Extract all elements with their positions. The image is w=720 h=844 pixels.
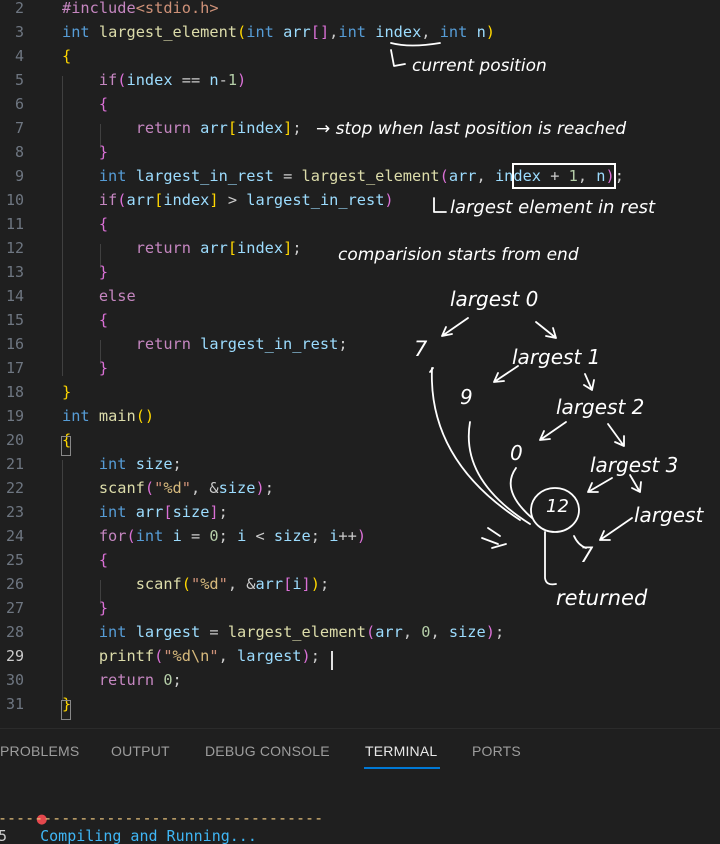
code-text: {: [62, 47, 72, 65]
code-text: {: [98, 215, 109, 233]
terminal-output: 5: [0, 827, 8, 844]
code-text: }: [98, 263, 109, 281]
bracket-match-box: [61, 436, 71, 456]
code-editor[interactable]: 2 3 4 5 6 7 8 9 10 11 12 13 14 15 16 17 18 19 20 21 22 23 24 25…: [0, 0, 720, 728]
code-line[interactable]: printf("%d\n", largest);: [0, 644, 720, 668]
code-text: {: [98, 311, 109, 329]
code-text: }: [62, 383, 72, 401]
code-line[interactable]: int largest_element(int arr[],int index,…: [0, 20, 720, 44]
code-line[interactable]: else: [0, 284, 720, 308]
code-text: int largest_element(int arr[],int index,…: [62, 23, 496, 41]
text-cursor: [331, 651, 333, 670]
code-line[interactable]: }: [0, 692, 720, 716]
code-line[interactable]: return arr[index];: [0, 116, 720, 140]
code-line[interactable]: {: [0, 212, 720, 236]
code-line[interactable]: int size;: [0, 452, 720, 476]
code-line[interactable]: {: [0, 548, 720, 572]
code-text: int size;: [98, 455, 182, 473]
code-text: return arr[index];: [135, 119, 302, 137]
code-line[interactable]: scanf("%d", &arr[i]);: [0, 572, 720, 596]
code-line[interactable]: if(index == n-1): [0, 68, 720, 92]
code-line[interactable]: int main(): [0, 404, 720, 428]
code-line[interactable]: if(arr[index] > largest_in_rest): [0, 188, 720, 212]
bottom-panel: PROBLEMS OUTPUT DEBUG CONSOLE TERMINAL P…: [0, 728, 720, 844]
code-text: if(arr[index] > largest_in_rest): [98, 191, 394, 209]
terminal-separator: ------------------------------------: [0, 809, 324, 827]
code-text: printf("%d\n", largest);: [98, 647, 320, 665]
highlight-box: [512, 163, 616, 189]
code-line[interactable]: }: [0, 596, 720, 620]
code-text: {: [98, 551, 109, 569]
code-text: return 0;: [98, 671, 182, 689]
code-text: int main(): [62, 407, 155, 425]
code-line[interactable]: }: [0, 140, 720, 164]
active-tab-indicator: [364, 767, 440, 769]
code-text: return largest_in_rest;: [135, 335, 348, 353]
code-text: {: [98, 95, 109, 113]
code-text: int arr[size];: [98, 503, 228, 521]
code-line[interactable]: }: [0, 260, 720, 284]
code-text: scanf("%d", &arr[i]);: [135, 575, 330, 593]
code-line[interactable]: {: [0, 44, 720, 68]
code-line[interactable]: }: [0, 380, 720, 404]
tab-output[interactable]: OUTPUT: [111, 743, 170, 759]
code-line[interactable]: #include<stdio.h>: [0, 0, 720, 20]
code-text: return arr[index];: [135, 239, 302, 257]
terminal-compiling-text: Compiling and Running...: [40, 827, 257, 844]
code-line[interactable]: return arr[index];: [0, 236, 720, 260]
code-line[interactable]: for(int i = 0; i < size; i++): [0, 524, 720, 548]
code-line[interactable]: {: [0, 428, 720, 452]
tab-terminal[interactable]: TERMINAL: [365, 743, 437, 759]
code-text: scanf("%d", &size);: [98, 479, 274, 497]
code-line[interactable]: scanf("%d", &size);: [0, 476, 720, 500]
code-text: }: [98, 143, 109, 161]
code-line[interactable]: int largest = largest_element(arr, 0, si…: [0, 620, 720, 644]
code-line[interactable]: return largest_in_rest;: [0, 332, 720, 356]
code-line[interactable]: {: [0, 92, 720, 116]
code-text: #include<stdio.h>: [62, 0, 219, 17]
tab-debug-console[interactable]: DEBUG CONSOLE: [205, 743, 330, 759]
bracket-match-box: [61, 700, 71, 720]
code-text: int largest = largest_element(arr, 0, si…: [98, 623, 505, 641]
code-text: for(int i = 0; i < size; i++): [98, 527, 367, 545]
code-text: if(index == n-1): [98, 71, 247, 89]
code-line[interactable]: }: [0, 356, 720, 380]
code-line[interactable]: return 0;: [0, 668, 720, 692]
code-text: }: [98, 359, 109, 377]
code-text: else: [98, 287, 136, 305]
tab-ports[interactable]: PORTS: [472, 743, 521, 759]
tab-problems[interactable]: PROBLEMS: [0, 743, 79, 759]
code-line[interactable]: int arr[size];: [0, 500, 720, 524]
code-line[interactable]: {: [0, 308, 720, 332]
code-text: }: [98, 599, 109, 617]
